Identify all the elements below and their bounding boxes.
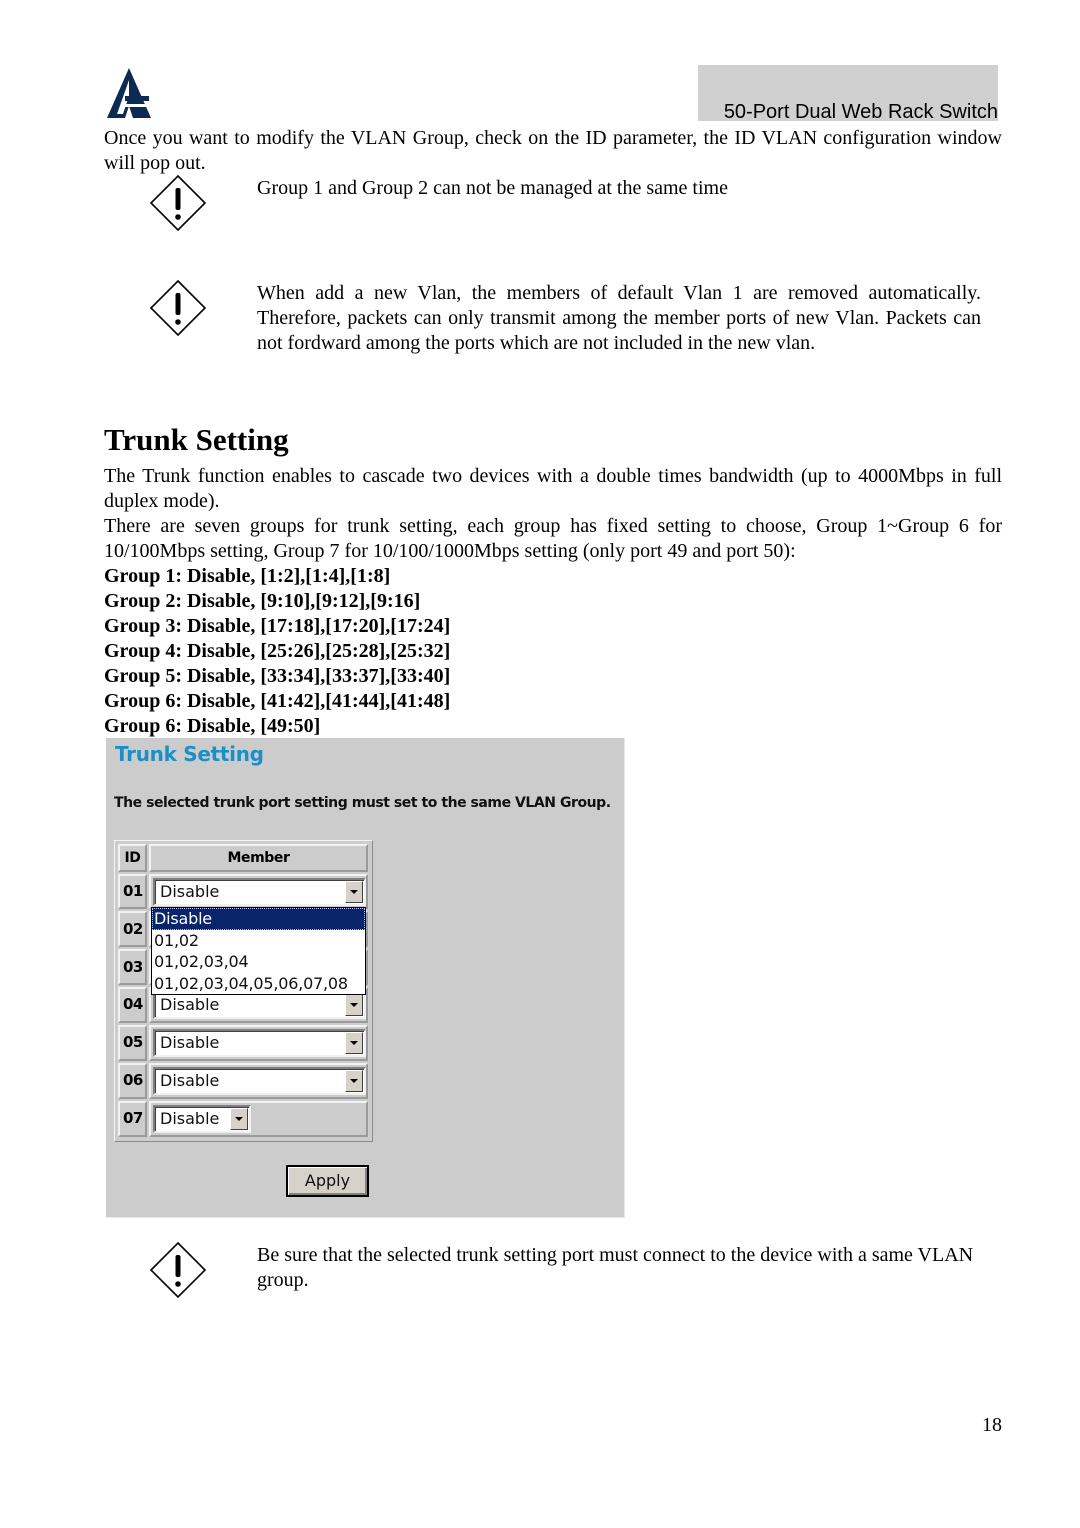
section-heading: Trunk Setting (104, 422, 289, 457)
note-text: Group 1 and Group 2 can not be managed a… (257, 177, 728, 199)
member-cell: Disable (149, 1063, 368, 1099)
chevron-down-icon[interactable] (230, 1108, 248, 1130)
select-value: Disable (160, 1109, 220, 1128)
row-id: 06 (118, 1063, 147, 1099)
atlantis-logo-icon (107, 68, 151, 118)
member-select-07[interactable]: Disable (153, 1105, 251, 1133)
row-id: 01 (118, 874, 147, 909)
trunk-description: The Trunk function enables to cascade tw… (104, 465, 1002, 512)
member-select-05[interactable]: Disable (153, 1029, 366, 1057)
row-id: 05 (118, 1025, 147, 1061)
select-value: Disable (160, 882, 220, 901)
group-line: Group 4: Disable, [25:26],[25:28],[25:32… (104, 640, 451, 662)
row-id: 02 (118, 911, 147, 947)
select-value: Disable (160, 1033, 220, 1052)
group-line: Group 6: Disable, [49:50] (104, 715, 321, 737)
panel-title: Trunk Setting (115, 742, 264, 766)
member-column-header: Member (149, 844, 368, 872)
group-line: Group 6: Disable, [41:42],[41:44],[41:48… (104, 690, 451, 712)
apply-button[interactable]: Apply (286, 1165, 369, 1197)
member-dropdown-list: Disable 01,02 01,02,03,04 01,02,03,04,05… (151, 907, 366, 995)
trunk-groups-description: There are seven groups for trunk setting… (104, 515, 1002, 562)
row-id: 07 (118, 1101, 147, 1137)
member-cell: Disable (149, 874, 368, 909)
panel-note: The selected trunk port setting must set… (114, 795, 611, 811)
group-line: Group 2: Disable, [9:10],[9:12],[9:16] (104, 590, 421, 612)
chevron-down-icon[interactable] (345, 881, 363, 903)
select-value: Disable (160, 995, 220, 1014)
page-number: 18 (982, 1414, 1002, 1436)
chevron-down-icon[interactable] (345, 1070, 363, 1092)
intro-paragraph: Once you want to modify the VLAN Group, … (104, 127, 1002, 174)
row-id: 04 (118, 987, 147, 1023)
warning-diamond-icon (149, 174, 207, 232)
member-cell: Disable (149, 1025, 368, 1061)
member-select-06[interactable]: Disable (153, 1067, 366, 1095)
warning-diamond-icon (149, 279, 207, 337)
row-id: 03 (118, 949, 147, 985)
note-text: When add a new Vlan, the members of defa… (257, 282, 981, 354)
member-cell: Disable (149, 1101, 368, 1137)
note-text: Be sure that the selected trunk setting … (257, 1244, 974, 1291)
group-line: Group 1: Disable, [1:2],[1:4],[1:8] (104, 565, 391, 587)
id-column-header: ID (118, 844, 147, 872)
header-title: 50-Port Dual Web Rack Switch (723, 101, 998, 123)
member-select-04[interactable]: Disable (153, 991, 366, 1019)
dropdown-option[interactable]: 01,02 (152, 930, 365, 952)
dropdown-option[interactable]: 01,02,03,04 (152, 951, 365, 973)
dropdown-option[interactable]: 01,02,03,04,05,06,07,08 (152, 973, 365, 995)
dropdown-option[interactable]: Disable (152, 908, 365, 930)
warning-diamond-icon (149, 1241, 207, 1299)
member-select-01[interactable]: Disable (153, 878, 366, 906)
select-value: Disable (160, 1071, 220, 1090)
group-line: Group 5: Disable, [33:34],[33:37],[33:40… (104, 665, 451, 687)
chevron-down-icon[interactable] (345, 1032, 363, 1054)
chevron-down-icon[interactable] (345, 994, 363, 1016)
group-line: Group 3: Disable, [17:18],[17:20],[17:24… (104, 615, 451, 637)
trunk-setting-panel: Trunk Setting The selected trunk port se… (106, 738, 625, 1218)
